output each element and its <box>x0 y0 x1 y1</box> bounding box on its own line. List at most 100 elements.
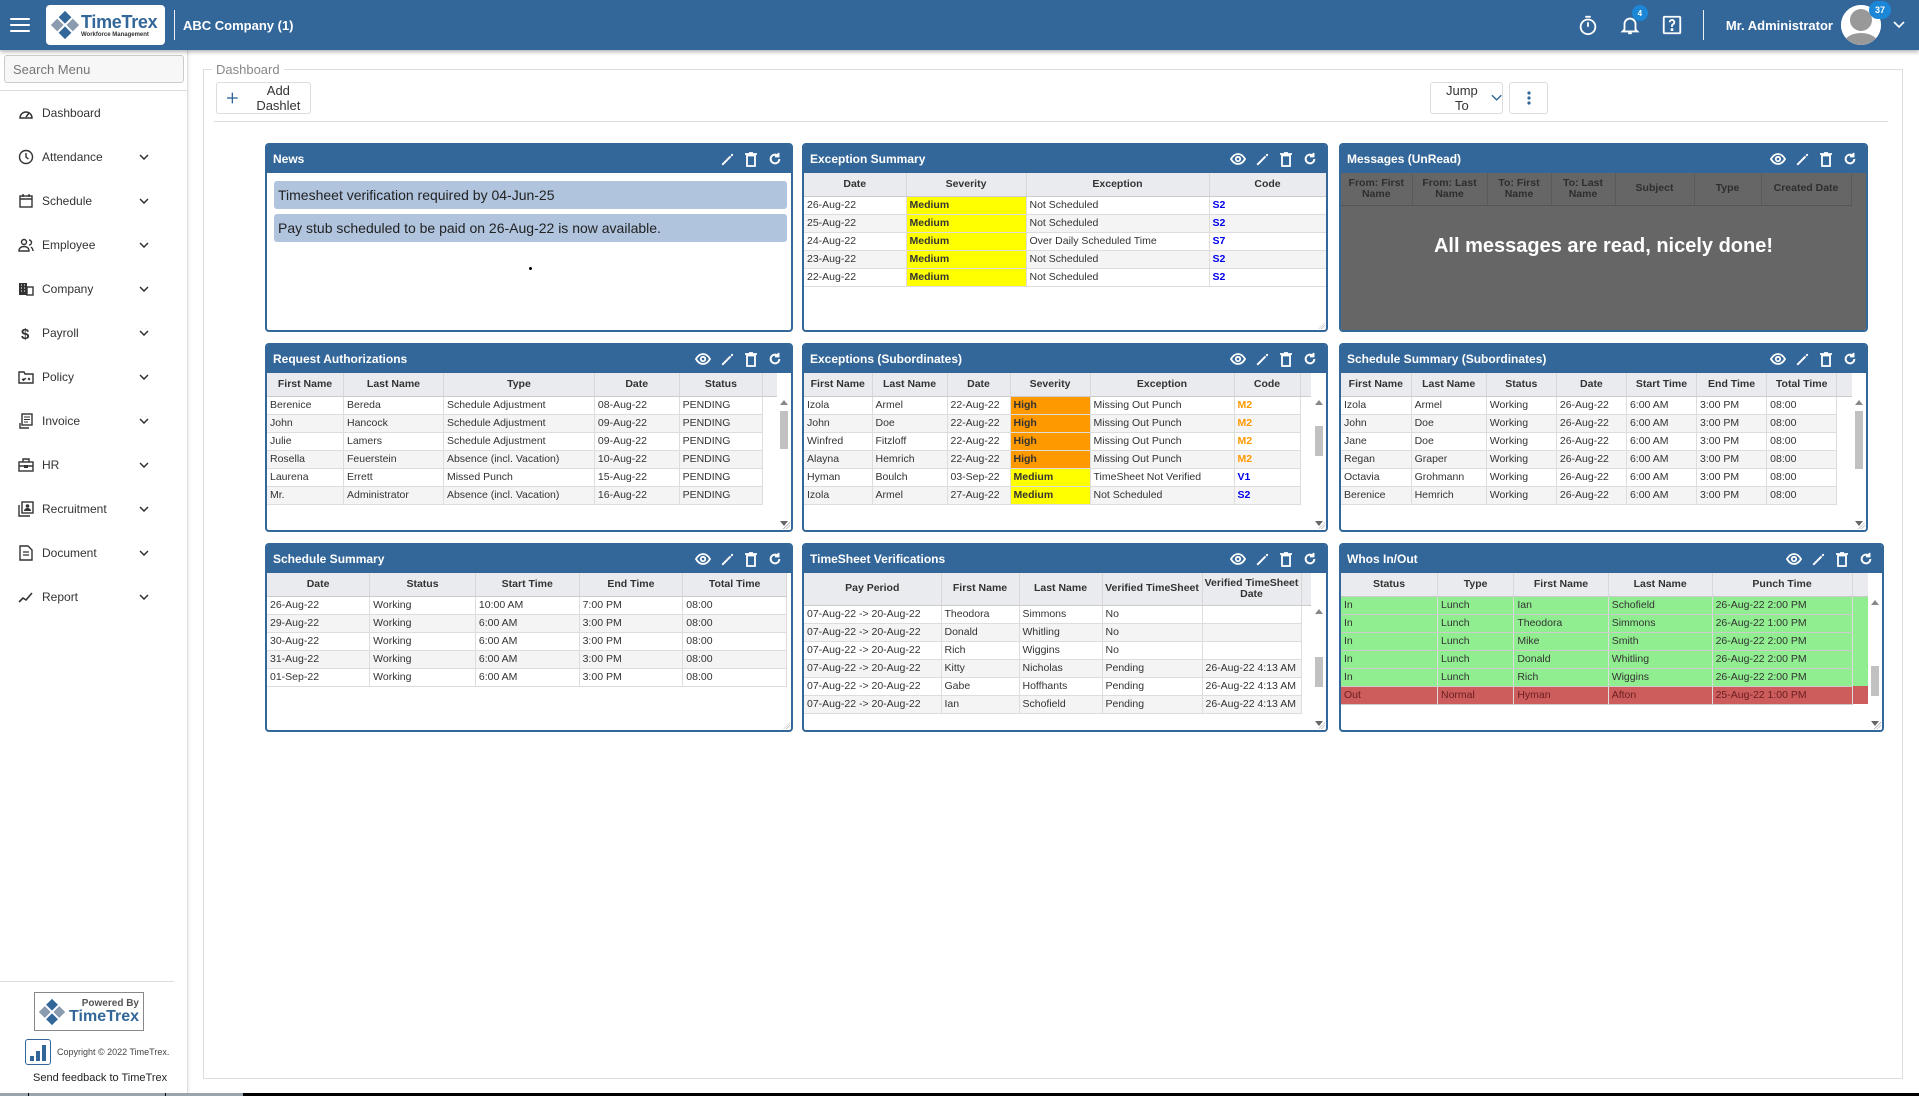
table-row[interactable]: Regan Graper Working 26-Aug-22 6:00 AM 3:00 P… <box>1341 450 1852 469</box>
column-header[interactable]: Status <box>679 373 764 397</box>
chevron-down-icon[interactable] <box>139 242 151 248</box>
column-header[interactable]: Subject <box>1615 173 1695 206</box>
column-header[interactable]: First Name <box>804 373 873 397</box>
resize-handle[interactable] <box>1318 322 1325 329</box>
table-row[interactable]: Berenice Hemrich Working 26-Aug-22 6:00 AM 3:… <box>1341 486 1852 505</box>
table-row[interactable]: In Lunch Donald Whitling 26-Aug-22 2:00 PM <box>1341 650 1868 669</box>
news-item[interactable]: Pay stub scheduled to be paid on 26-Aug-… <box>274 214 787 242</box>
column-header[interactable]: Last Name <box>872 373 948 397</box>
edit-pencil-icon[interactable] <box>719 151 735 167</box>
table-row[interactable]: Winfred Fitzloff 22-Aug-22 High Missing Out … <box>804 432 1311 451</box>
resize-handle[interactable] <box>1318 522 1325 529</box>
delete-trash-icon[interactable] <box>1818 151 1834 167</box>
table-row[interactable]: Mr. Administrator Absence (incl. Vacation)… <box>267 486 777 505</box>
column-header[interactable]: Status <box>1341 573 1438 597</box>
column-header[interactable]: Severity <box>906 173 1027 197</box>
edit-pencil-icon[interactable] <box>1794 151 1810 167</box>
timetrex-logo[interactable]: TimeTrex Workforce Management <box>46 5 165 45</box>
sidebar-item-invoice[interactable]: Invoice <box>0 399 187 443</box>
delete-trash-icon[interactable] <box>743 151 759 167</box>
column-header[interactable]: Total Time <box>1766 373 1838 397</box>
company-name[interactable]: ABC Company (1) <box>183 18 294 33</box>
column-header[interactable]: Code <box>1234 373 1301 397</box>
sidebar-item-schedule[interactable]: Schedule <box>0 179 187 223</box>
sidebar-item-hr[interactable]: HR <box>0 443 187 487</box>
sidebar-item-document[interactable]: Document <box>0 531 187 575</box>
column-header[interactable]: Start Time <box>1626 373 1698 397</box>
table-row[interactable]: Alayna Hemrich 22-Aug-22 High Missing Out Pu… <box>804 450 1311 469</box>
vertical-scrollbar[interactable] <box>777 396 791 530</box>
view-eye-icon[interactable] <box>1230 151 1246 167</box>
resize-handle[interactable] <box>783 522 790 529</box>
resize-handle[interactable] <box>1874 722 1881 729</box>
chevron-down-icon[interactable] <box>139 594 151 600</box>
table-row[interactable]: 07-Aug-22 -> 20-Aug-22 Rich Wiggins No <box>804 641 1311 660</box>
column-header[interactable]: Date <box>594 373 680 397</box>
stopwatch-icon[interactable] <box>1576 13 1600 37</box>
jump-to-dropdown[interactable]: Jump To <box>1430 82 1503 114</box>
column-header[interactable]: Last Name <box>1019 573 1103 606</box>
table-row[interactable]: In Lunch Theodora Simmons 26-Aug-22 1:00 PM <box>1341 614 1868 633</box>
column-header[interactable]: Exception <box>1026 173 1210 197</box>
column-header[interactable]: First Name <box>941 573 1020 606</box>
table-row[interactable]: Izola Armel 27-Aug-22 Medium Not Scheduled S2 <box>804 486 1311 505</box>
table-row[interactable]: Octavia Grohmann Working 26-Aug-22 6:00 AM 3:… <box>1341 468 1852 487</box>
table-row[interactable]: 31-Aug-22 Working 6:00 AM 3:00 PM 08:00 <box>267 650 787 669</box>
delete-trash-icon[interactable] <box>743 551 759 567</box>
table-row[interactable]: Out Normal Hyman Afton 25-Aug-22 1:00 PM <box>1341 686 1868 705</box>
table-row[interactable]: 23-Aug-22 Medium Not Scheduled S2 <box>804 250 1326 269</box>
chevron-down-icon[interactable] <box>139 198 151 204</box>
edit-pencil-icon[interactable] <box>1254 151 1270 167</box>
table-row[interactable]: 07-Aug-22 -> 20-Aug-22 Gabe Hoffhants Pendi… <box>804 677 1311 696</box>
column-header[interactable]: Status <box>1486 373 1557 397</box>
table-row[interactable]: Jane Doe Working 26-Aug-22 6:00 AM 3:00 PM 08:… <box>1341 432 1852 451</box>
notifications-bell-icon[interactable]: 4 <box>1618 5 1648 37</box>
chevron-down-icon[interactable] <box>139 506 151 512</box>
vertical-scrollbar[interactable] <box>1312 605 1326 730</box>
column-header[interactable]: Start Time <box>475 573 580 597</box>
view-eye-icon[interactable] <box>695 351 711 367</box>
search-menu-input[interactable] <box>4 55 184 83</box>
column-header[interactable]: Total Time <box>682 573 787 597</box>
delete-trash-icon[interactable] <box>1278 151 1294 167</box>
refresh-icon[interactable] <box>767 551 783 567</box>
table-row[interactable]: In Lunch Mike Smith 26-Aug-22 2:00 PM <box>1341 632 1868 651</box>
edit-pencil-icon[interactable] <box>719 551 735 567</box>
column-header[interactable]: End Time <box>1696 373 1768 397</box>
sidebar-item-company[interactable]: Company <box>0 267 187 311</box>
resize-handle[interactable] <box>1858 522 1865 529</box>
chevron-down-icon[interactable] <box>139 418 151 424</box>
column-header[interactable]: End Time <box>579 573 684 597</box>
delete-trash-icon[interactable] <box>1834 551 1850 567</box>
vertical-scrollbar[interactable] <box>1852 396 1866 530</box>
menu-icon[interactable] <box>10 18 30 32</box>
table-row[interactable]: Izola Armel 22-Aug-22 High Missing Out Punch… <box>804 396 1311 415</box>
edit-pencil-icon[interactable] <box>1254 551 1270 567</box>
column-header[interactable]: Verified TimeSheet Date <box>1202 573 1302 606</box>
column-header[interactable]: Type <box>1437 573 1515 597</box>
column-header[interactable]: First Name <box>1513 573 1609 597</box>
delete-trash-icon[interactable] <box>1278 551 1294 567</box>
table-row[interactable]: 07-Aug-22 -> 20-Aug-22 Ian Schofield Pendin… <box>804 695 1311 714</box>
table-row[interactable]: John Hancock Schedule Adjustment 09-Aug-22 P… <box>267 414 777 433</box>
sidebar-item-attendance[interactable]: Attendance <box>0 135 187 179</box>
column-header[interactable]: From: Last Name <box>1412 173 1488 206</box>
sidebar-item-payroll[interactable]: $ Payroll <box>0 311 187 355</box>
column-header[interactable]: Date <box>947 373 1011 397</box>
resize-handle[interactable] <box>1318 722 1325 729</box>
column-header[interactable]: To: First Name <box>1487 173 1552 206</box>
table-row[interactable]: 07-Aug-22 -> 20-Aug-22 Donald Whitling No <box>804 623 1311 642</box>
sidebar-item-employee[interactable]: Employee <box>0 223 187 267</box>
edit-pencil-icon[interactable] <box>719 351 735 367</box>
table-row[interactable]: Hyman Boulch 03-Sep-22 Medium TimeSheet Not … <box>804 468 1311 487</box>
sidebar-item-report[interactable]: Report <box>0 575 187 619</box>
refresh-icon[interactable] <box>1842 151 1858 167</box>
refresh-icon[interactable] <box>767 151 783 167</box>
table-row[interactable]: Rosella Feuerstein Absence (incl. Vacation… <box>267 450 777 469</box>
view-eye-icon[interactable] <box>1786 551 1802 567</box>
view-eye-icon[interactable] <box>1230 351 1246 367</box>
more-options-button[interactable] <box>1509 82 1548 114</box>
column-header[interactable]: Exception <box>1090 373 1235 397</box>
column-header[interactable]: Code <box>1209 173 1326 197</box>
edit-pencil-icon[interactable] <box>1810 551 1826 567</box>
